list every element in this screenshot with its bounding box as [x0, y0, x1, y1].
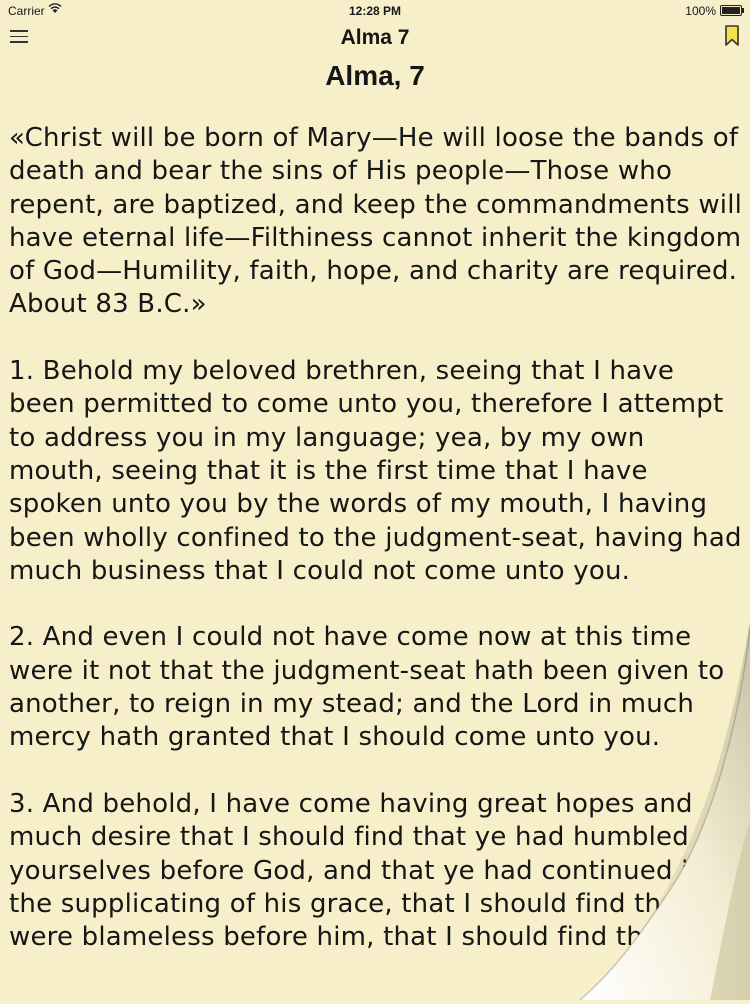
chapter-text: «Christ will be born of Mary—He will loo…	[9, 122, 744, 988]
verse-1: 1. Behold my beloved brethren, seeing th…	[9, 356, 742, 586]
verse-2: 2. And even I could not have come now at…	[9, 622, 725, 753]
battery-icon	[720, 5, 744, 16]
navigation-bar: Alma 7	[0, 22, 750, 56]
status-bar: Carrier 12:28 PM 100%	[0, 0, 750, 22]
chapter-heading: Alma, 7	[325, 60, 425, 91]
nav-title: Alma 7	[340, 26, 410, 49]
clock-time: 12:28 PM	[348, 4, 402, 18]
verse-3: 3. And behold, I have come having great …	[9, 788, 728, 953]
battery-percentage: 100%	[685, 4, 716, 18]
chapter-summary: «Christ will be born of Mary—He will loo…	[9, 123, 743, 320]
bookmark-icon[interactable]	[725, 25, 739, 47]
